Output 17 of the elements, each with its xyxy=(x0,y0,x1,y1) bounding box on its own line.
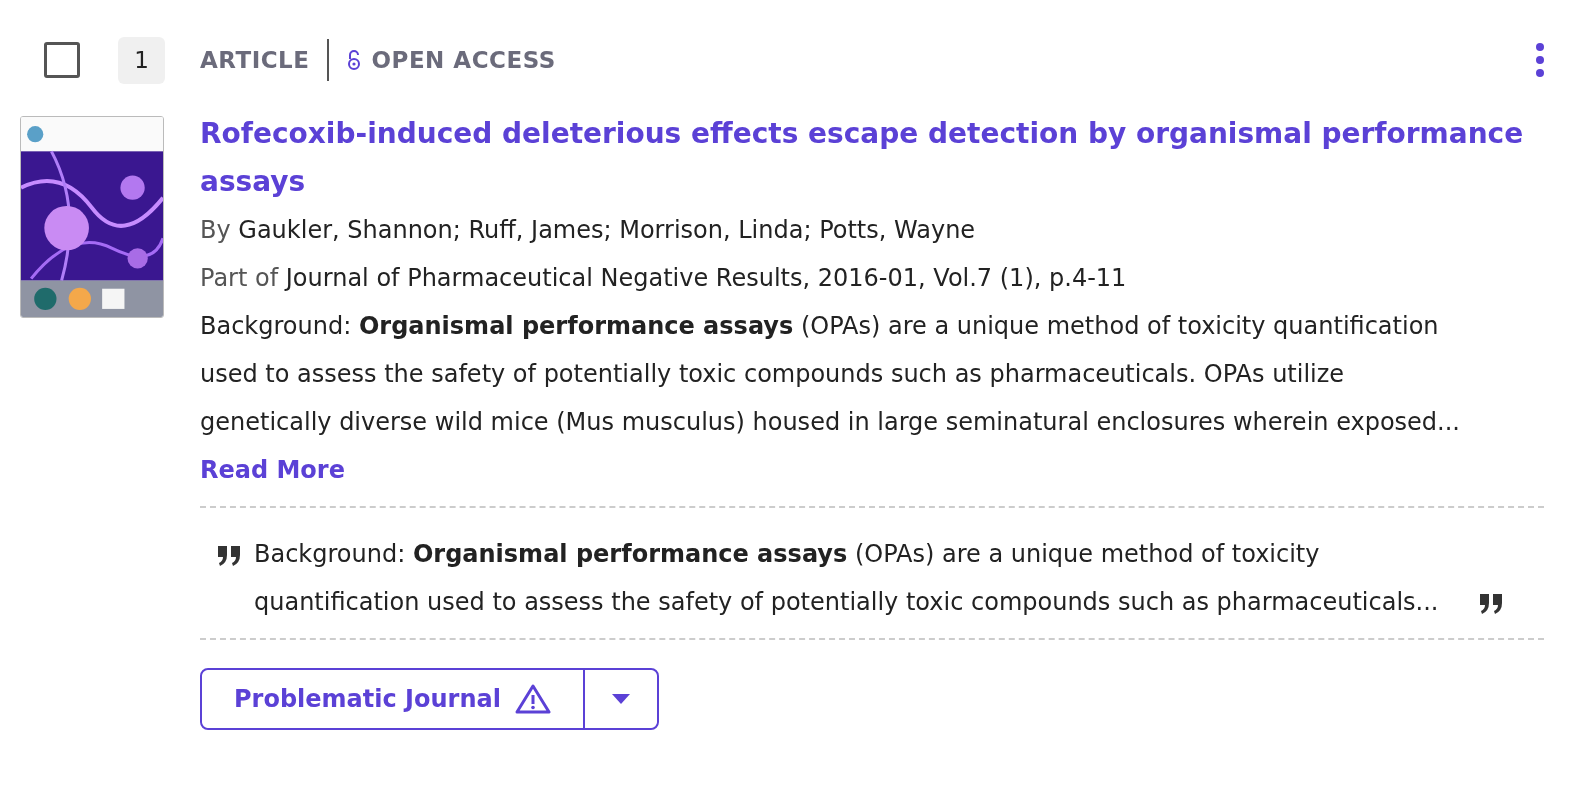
closing-quote-icon xyxy=(1478,594,1504,614)
snippet-text: Background: Organismal performance assays (OPAs) are a unique method of toxicity quantification used to assess the safety of potentially toxic compounds such as pharmaceuticals... xyxy=(254,539,1440,618)
article-title-link[interactable]: Rofecoxib-induced deleterious effects escape detection by organismal performance assays xyxy=(200,110,1544,206)
warning-icon xyxy=(514,684,551,714)
result-number: 1 xyxy=(118,36,165,84)
open-lock-icon xyxy=(347,49,362,71)
dropdown-button[interactable] xyxy=(582,670,657,728)
read-more-link[interactable]: Read More xyxy=(200,446,345,494)
access-label: OPEN ACCESS xyxy=(371,47,556,73)
select-checkbox[interactable] xyxy=(44,42,80,78)
quote-icon xyxy=(216,546,242,566)
source-text: Part of Journal of Pharmaceutical Negative Results, 2016-01, Vol.7 (1), p.4-11 xyxy=(200,263,1128,294)
type-label: ARTICLE xyxy=(200,47,310,73)
more-options-icon[interactable] xyxy=(1536,43,1544,77)
caret-icon xyxy=(611,694,630,704)
abstract-text: Background: Organismal performance assays (OPAs) are a unique method of toxicity quantification used to assess the safety of potentially toxic compounds such as pharmaceuticals. OPAs utilize genetically diverse wild mice (Mus musculus) housed in large seminatural enclosures wherein exposed... xyxy=(200,311,1461,438)
authors-text: By Gaukler, Shannon; Ruff, James; Morrison, Linda; Potts, Wayne xyxy=(200,215,977,246)
